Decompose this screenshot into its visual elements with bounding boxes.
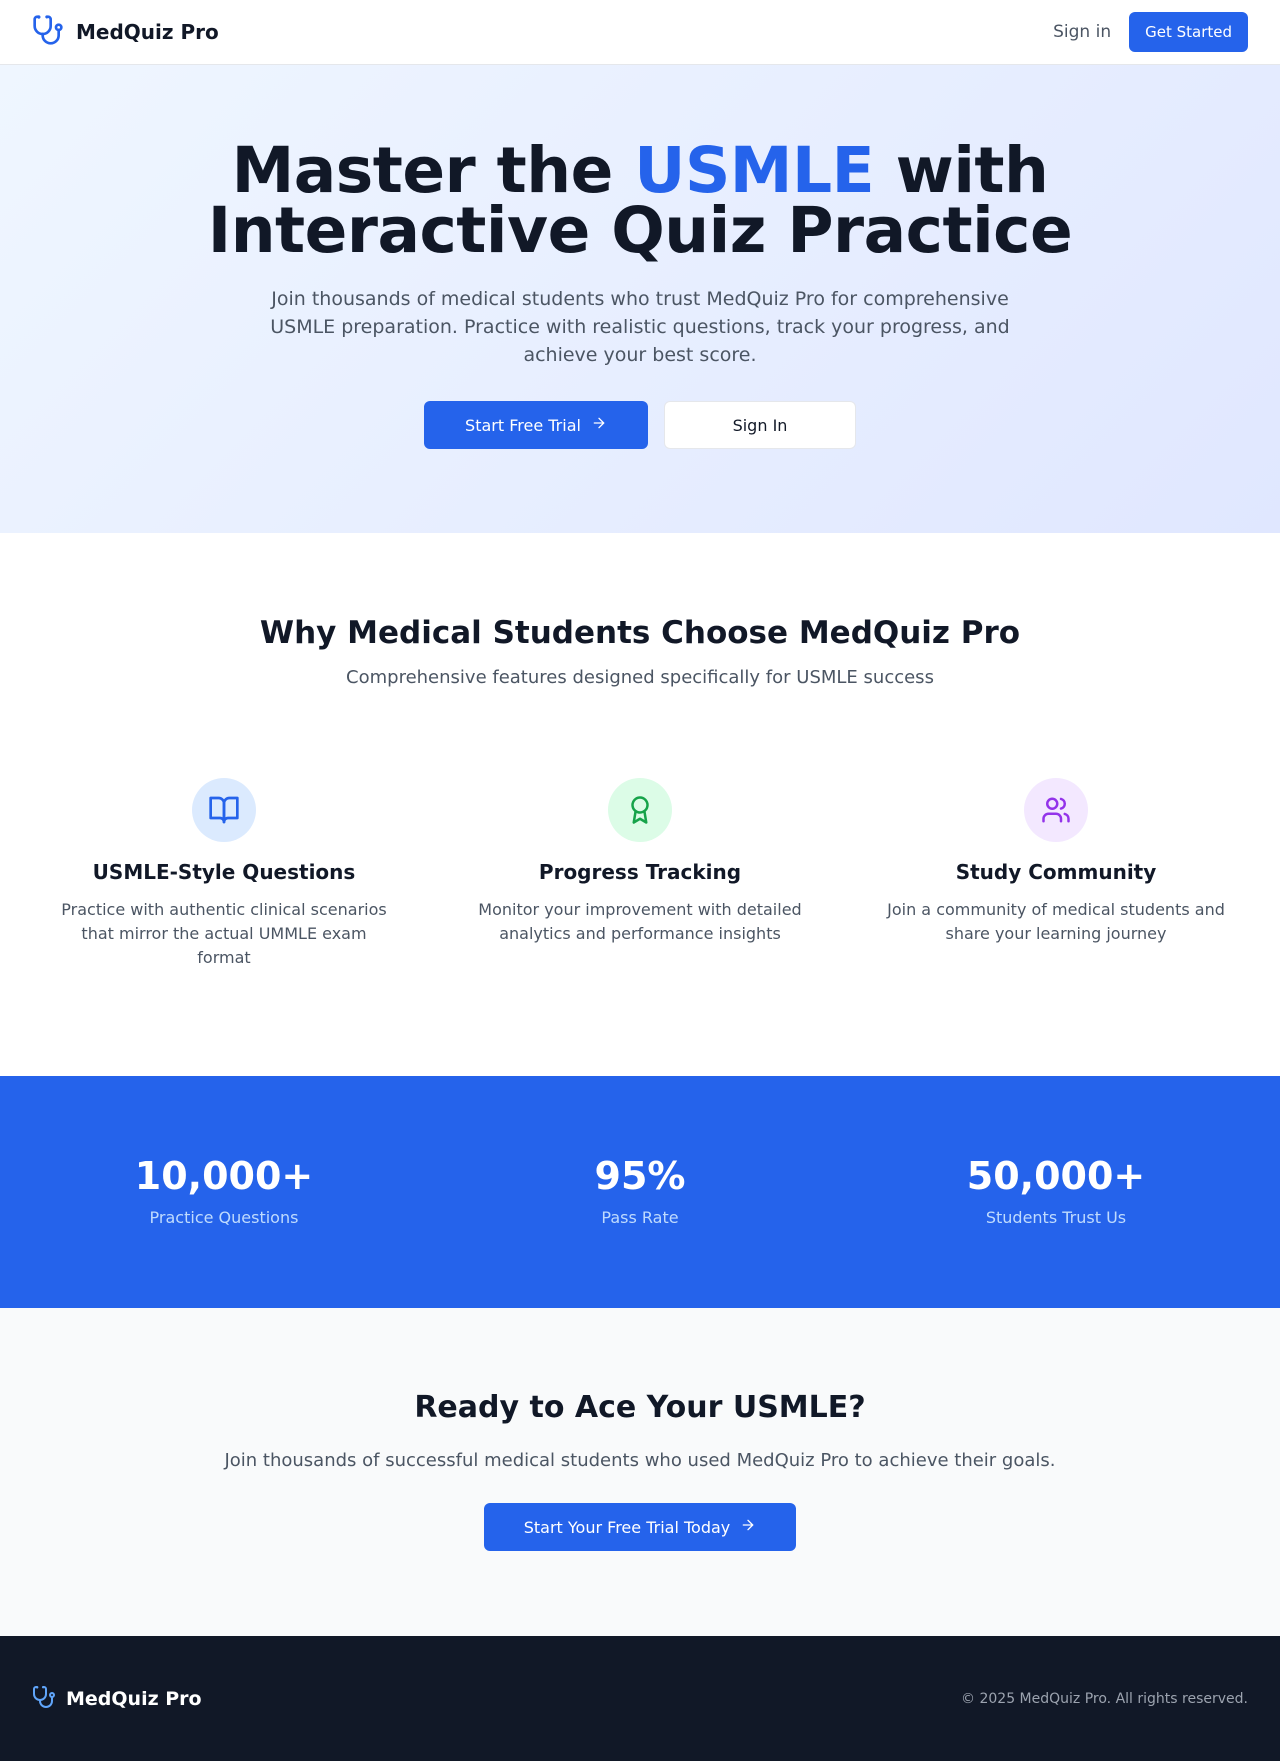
stat-label: Pass Rate: [601, 1208, 679, 1227]
start-free-trial-today-button[interactable]: Start Your Free Trial Today: [483, 1503, 797, 1551]
feature-card: USMLE-Style Questions Practice with auth…: [32, 778, 416, 970]
hero-subtitle: Join thousands of medical students who t…: [270, 288, 1010, 366]
footer-brand-name: MedQuiz Pro: [66, 1687, 202, 1710]
hero-title-line2: Interactive Quiz Practice: [207, 194, 1073, 267]
get-started-button[interactable]: Get Started: [1129, 12, 1248, 52]
header-actions: Sign in Get Started: [1053, 12, 1248, 52]
site-header: MedQuiz Pro Sign in Get Started: [0, 0, 1280, 65]
feature-card: Study Community Join a community of medi…: [864, 778, 1248, 970]
brand-name: MedQuiz Pro: [76, 20, 219, 44]
features-section: Why Medical Students Choose MedQuiz Pro …: [0, 533, 1280, 1076]
sign-in-link[interactable]: Sign in: [1053, 22, 1111, 42]
cta-section: Ready to Ace Your USMLE? Join thousands …: [0, 1308, 1280, 1636]
award-icon: [608, 778, 672, 842]
site-footer: MedQuiz Pro © 2025 MedQuiz Pro. All righ…: [0, 1636, 1280, 1761]
cta-title: Ready to Ace Your USMLE?: [414, 1390, 866, 1425]
hero-buttons: Start Free Trial Sign In: [0, 401, 1280, 449]
feature-title: USMLE-Style Questions: [92, 860, 356, 884]
stats-section: 10,000+ Practice Questions 95% Pass Rate…: [0, 1076, 1280, 1308]
stethoscope-icon: [32, 14, 64, 50]
users-icon: [1024, 778, 1088, 842]
feature-description: Join a community of medical students and…: [887, 900, 1225, 943]
cta-button-wrap: Start Your Free Trial Today: [0, 1503, 1280, 1551]
hero-sign-in-button[interactable]: Sign In: [664, 401, 856, 449]
feature-description: Practice with authentic clinical scenari…: [61, 900, 387, 967]
stat-label: Students Trust Us: [985, 1208, 1127, 1227]
stat-label: Practice Questions: [149, 1208, 299, 1227]
cta-subtitle: Join thousands of successful medical stu…: [224, 1450, 1056, 1471]
stat-item: 50,000+ Students Trust Us: [864, 1076, 1248, 1308]
stat-item: 95% Pass Rate: [448, 1076, 832, 1308]
book-open-icon: [192, 778, 256, 842]
hero-section: Master the USMLE with Interactive Quiz P…: [0, 65, 1280, 533]
cta-button-label: Start Your Free Trial Today: [523, 1517, 731, 1537]
footer-brand[interactable]: MedQuiz Pro: [32, 1685, 202, 1713]
stat-value: 95%: [594, 1154, 686, 1198]
arrow-right-icon: [591, 415, 607, 435]
features-title: Why Medical Students Choose MedQuiz Pro: [259, 615, 1021, 651]
feature-title: Study Community: [955, 860, 1157, 884]
stat-value: 10,000+: [134, 1154, 314, 1198]
stat-item: 10,000+ Practice Questions: [32, 1076, 416, 1308]
stat-value: 50,000+: [966, 1154, 1146, 1198]
features-subtitle: Comprehensive features designed specific…: [346, 667, 934, 688]
hero-title: Master the USMLE with Interactive Quiz P…: [0, 139, 1280, 262]
footer-copyright: © 2025 MedQuiz Pro. All rights reserved.: [961, 1690, 1248, 1707]
brand-logo[interactable]: MedQuiz Pro: [32, 14, 219, 50]
arrow-right-icon: [740, 1517, 756, 1537]
start-free-trial-button[interactable]: Start Free Trial: [424, 401, 648, 449]
feature-card: Progress Tracking Monitor your improveme…: [448, 778, 832, 970]
feature-description: Monitor your improvement with detailed a…: [478, 900, 802, 943]
feature-title: Progress Tracking: [538, 860, 742, 884]
stethoscope-icon: [32, 1685, 56, 1713]
start-free-trial-label: Start Free Trial: [465, 415, 581, 435]
feature-grid: USMLE-Style Questions Practice with auth…: [0, 778, 1280, 970]
